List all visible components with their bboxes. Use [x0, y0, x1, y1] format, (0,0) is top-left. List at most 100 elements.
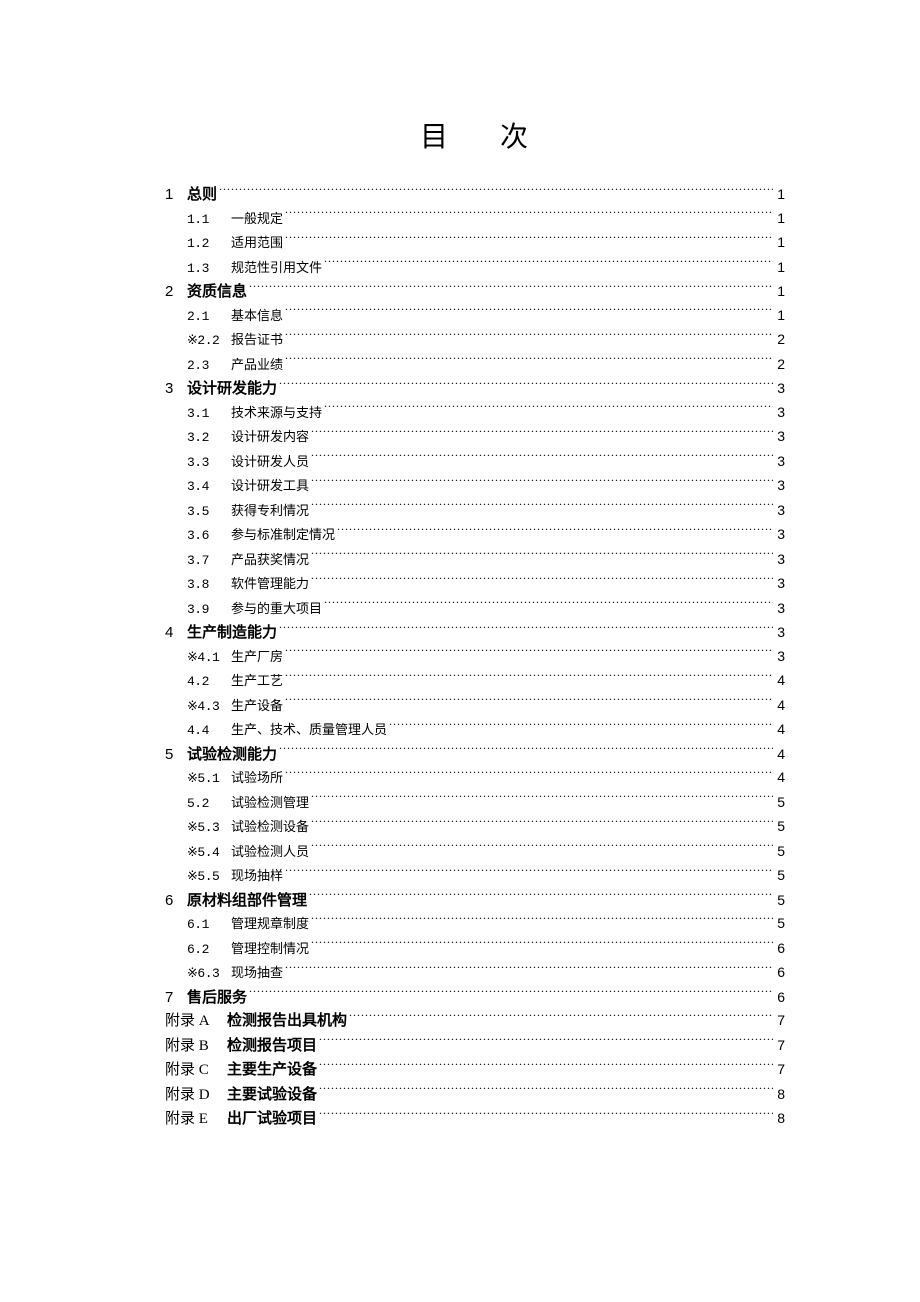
- page-title: 目次: [165, 115, 785, 155]
- toc-entry-page: 3: [775, 401, 785, 425]
- toc-entry-label: 规范性引用文件: [231, 256, 322, 280]
- toc-entry: 4.2生产工艺 4: [165, 669, 785, 694]
- toc-entry: 6原材料组部件管理5: [165, 889, 785, 913]
- toc-leader-dots: [349, 1011, 773, 1025]
- toc-entry-label: 参与标准制定情况: [231, 523, 335, 547]
- toc-entry-number: 6: [165, 889, 187, 913]
- toc-leader-dots: [311, 794, 773, 807]
- toc-leader-dots: [324, 259, 773, 272]
- toc-leader-dots: [285, 964, 773, 977]
- toc-leader-dots: [389, 721, 773, 734]
- toc-entry-number: 3.5: [187, 500, 231, 524]
- toc-entry: 3.2设计研发内容3: [165, 425, 785, 450]
- toc-entry-number: 2: [165, 280, 187, 304]
- toc-entry: 3.3设计研发人员 3: [165, 450, 785, 475]
- toc-leader-dots: [285, 234, 773, 247]
- toc-entry-label: 基本信息: [231, 304, 283, 328]
- toc-entry-number: ※5.1: [187, 767, 231, 791]
- toc-entry: 附录 E出厂试验项目8: [165, 1107, 785, 1132]
- toc-entry-label: 产品业绩: [231, 353, 283, 377]
- toc-leader-dots: [311, 915, 773, 928]
- toc-entry-number: 3.3: [187, 451, 231, 475]
- toc-entry-number: 2.3: [187, 354, 231, 378]
- toc-entry-page: 6: [775, 986, 785, 1010]
- toc-entry-page: 3: [775, 645, 785, 669]
- toc-entry: 2.1基本信息 1: [165, 304, 785, 329]
- toc-leader-dots: [319, 1036, 773, 1050]
- toc-entry-label: 产品获奖情况: [231, 548, 309, 572]
- toc-entry-page: 5: [775, 791, 785, 815]
- title-char-1: 目: [420, 122, 450, 153]
- toc-entry-number: 4.2: [187, 670, 231, 694]
- toc-entry-page: 4: [775, 718, 785, 742]
- toc-entry-number: 附录 D: [165, 1084, 227, 1108]
- toc-entry-page: 2: [775, 353, 785, 377]
- toc-entry: 3.7产品获奖情况 3: [165, 548, 785, 573]
- toc-leader-dots: [285, 210, 773, 223]
- toc-entry-label: 生产制造能力: [187, 621, 277, 645]
- toc-entry-number: 2.1: [187, 305, 231, 329]
- toc-entry-label: 生产厂房: [231, 645, 283, 669]
- toc-entry: 2资质信息1: [165, 280, 785, 304]
- toc-entry-number: 4.4: [187, 719, 231, 743]
- toc-entry-page: 1: [775, 207, 785, 231]
- toc-entry: 附录 D主要试验设备8: [165, 1083, 785, 1108]
- toc-entry-label: 生产、技术、质量管理人员: [231, 718, 387, 742]
- toc-entry-number: 3.7: [187, 549, 231, 573]
- toc-entry-page: 5: [775, 840, 785, 864]
- toc-leader-dots: [219, 184, 773, 199]
- toc-leader-dots: [311, 818, 773, 831]
- toc-entry-page: 5: [775, 815, 785, 839]
- toc-entry-label: 检测报告出具机构: [227, 1009, 347, 1033]
- toc-entry-page: 3: [775, 548, 785, 572]
- toc-entry-page: 8: [775, 1083, 785, 1107]
- toc-entry-number: 1.2: [187, 232, 231, 256]
- toc-entry-page: 4: [775, 669, 785, 693]
- toc-entry: 3.5获得专利情况3: [165, 499, 785, 524]
- toc-entry: ※4.1生产厂房 3: [165, 645, 785, 670]
- toc-entry-label: 设计研发人员: [231, 450, 309, 474]
- toc-entry-number: 3.9: [187, 598, 231, 622]
- toc-entry: ※5.4试验检测人员5: [165, 840, 785, 865]
- toc-entry-page: 4: [775, 766, 785, 790]
- toc-leader-dots: [279, 744, 773, 759]
- toc-entry-page: 3: [775, 474, 785, 498]
- toc-leader-dots: [311, 502, 773, 515]
- toc-entry-label: 生产设备: [231, 694, 283, 718]
- toc-entry-label: 参与的重大项目: [231, 597, 322, 621]
- toc-entry: ※4.3生产设备4: [165, 694, 785, 719]
- toc-entry-number: 6.1: [187, 913, 231, 937]
- toc-entry-number: 附录 B: [165, 1035, 227, 1059]
- toc-entry-number: ※4.1: [187, 646, 231, 670]
- toc-entry-label: 现场抽查: [231, 961, 283, 985]
- toc-entry-label: 试验检测设备: [231, 815, 309, 839]
- toc-entry: 6.1管理规章制度5: [165, 912, 785, 937]
- toc-entry-label: 生产工艺: [231, 669, 283, 693]
- toc-entry: 3.6参与标准制定情况3: [165, 523, 785, 548]
- toc-entry-page: 3: [775, 450, 785, 474]
- toc-entry-page: 1: [775, 304, 785, 328]
- toc-entry-label: 试验检测管理: [231, 791, 309, 815]
- toc-leader-dots: [337, 526, 773, 539]
- toc-entry: 3.4设计研发工具3: [165, 474, 785, 499]
- toc-entry-label: 试验检测能力: [187, 743, 277, 767]
- toc-entry-label: 试验检测人员: [231, 840, 309, 864]
- toc-entry-number: 1: [165, 183, 187, 207]
- toc-entry-page: 3: [775, 621, 785, 645]
- toc-entry-label: 软件管理能力: [231, 572, 309, 596]
- toc-entry-page: 1: [775, 183, 785, 207]
- toc-entry: 5试验检测能力4: [165, 743, 785, 767]
- toc-entry: 1总则1: [165, 183, 785, 207]
- toc-entry-label: 试验场所: [231, 766, 283, 790]
- toc-entry-page: 5: [775, 912, 785, 936]
- toc-entry-number: 4: [165, 621, 187, 645]
- toc-entry-label: 资质信息: [187, 280, 247, 304]
- toc-entry-label: 设计研发工具: [231, 474, 309, 498]
- toc-entry-page: 3: [775, 425, 785, 449]
- toc-entry-page: 4: [775, 743, 785, 767]
- toc-leader-dots: [319, 1109, 773, 1123]
- toc-entry: ※2.2报告证书2: [165, 328, 785, 353]
- toc-entry-number: 附录 A: [165, 1010, 227, 1034]
- toc-entry: 7售后服务6: [165, 986, 785, 1010]
- toc-entry-label: 现场抽样: [231, 864, 283, 888]
